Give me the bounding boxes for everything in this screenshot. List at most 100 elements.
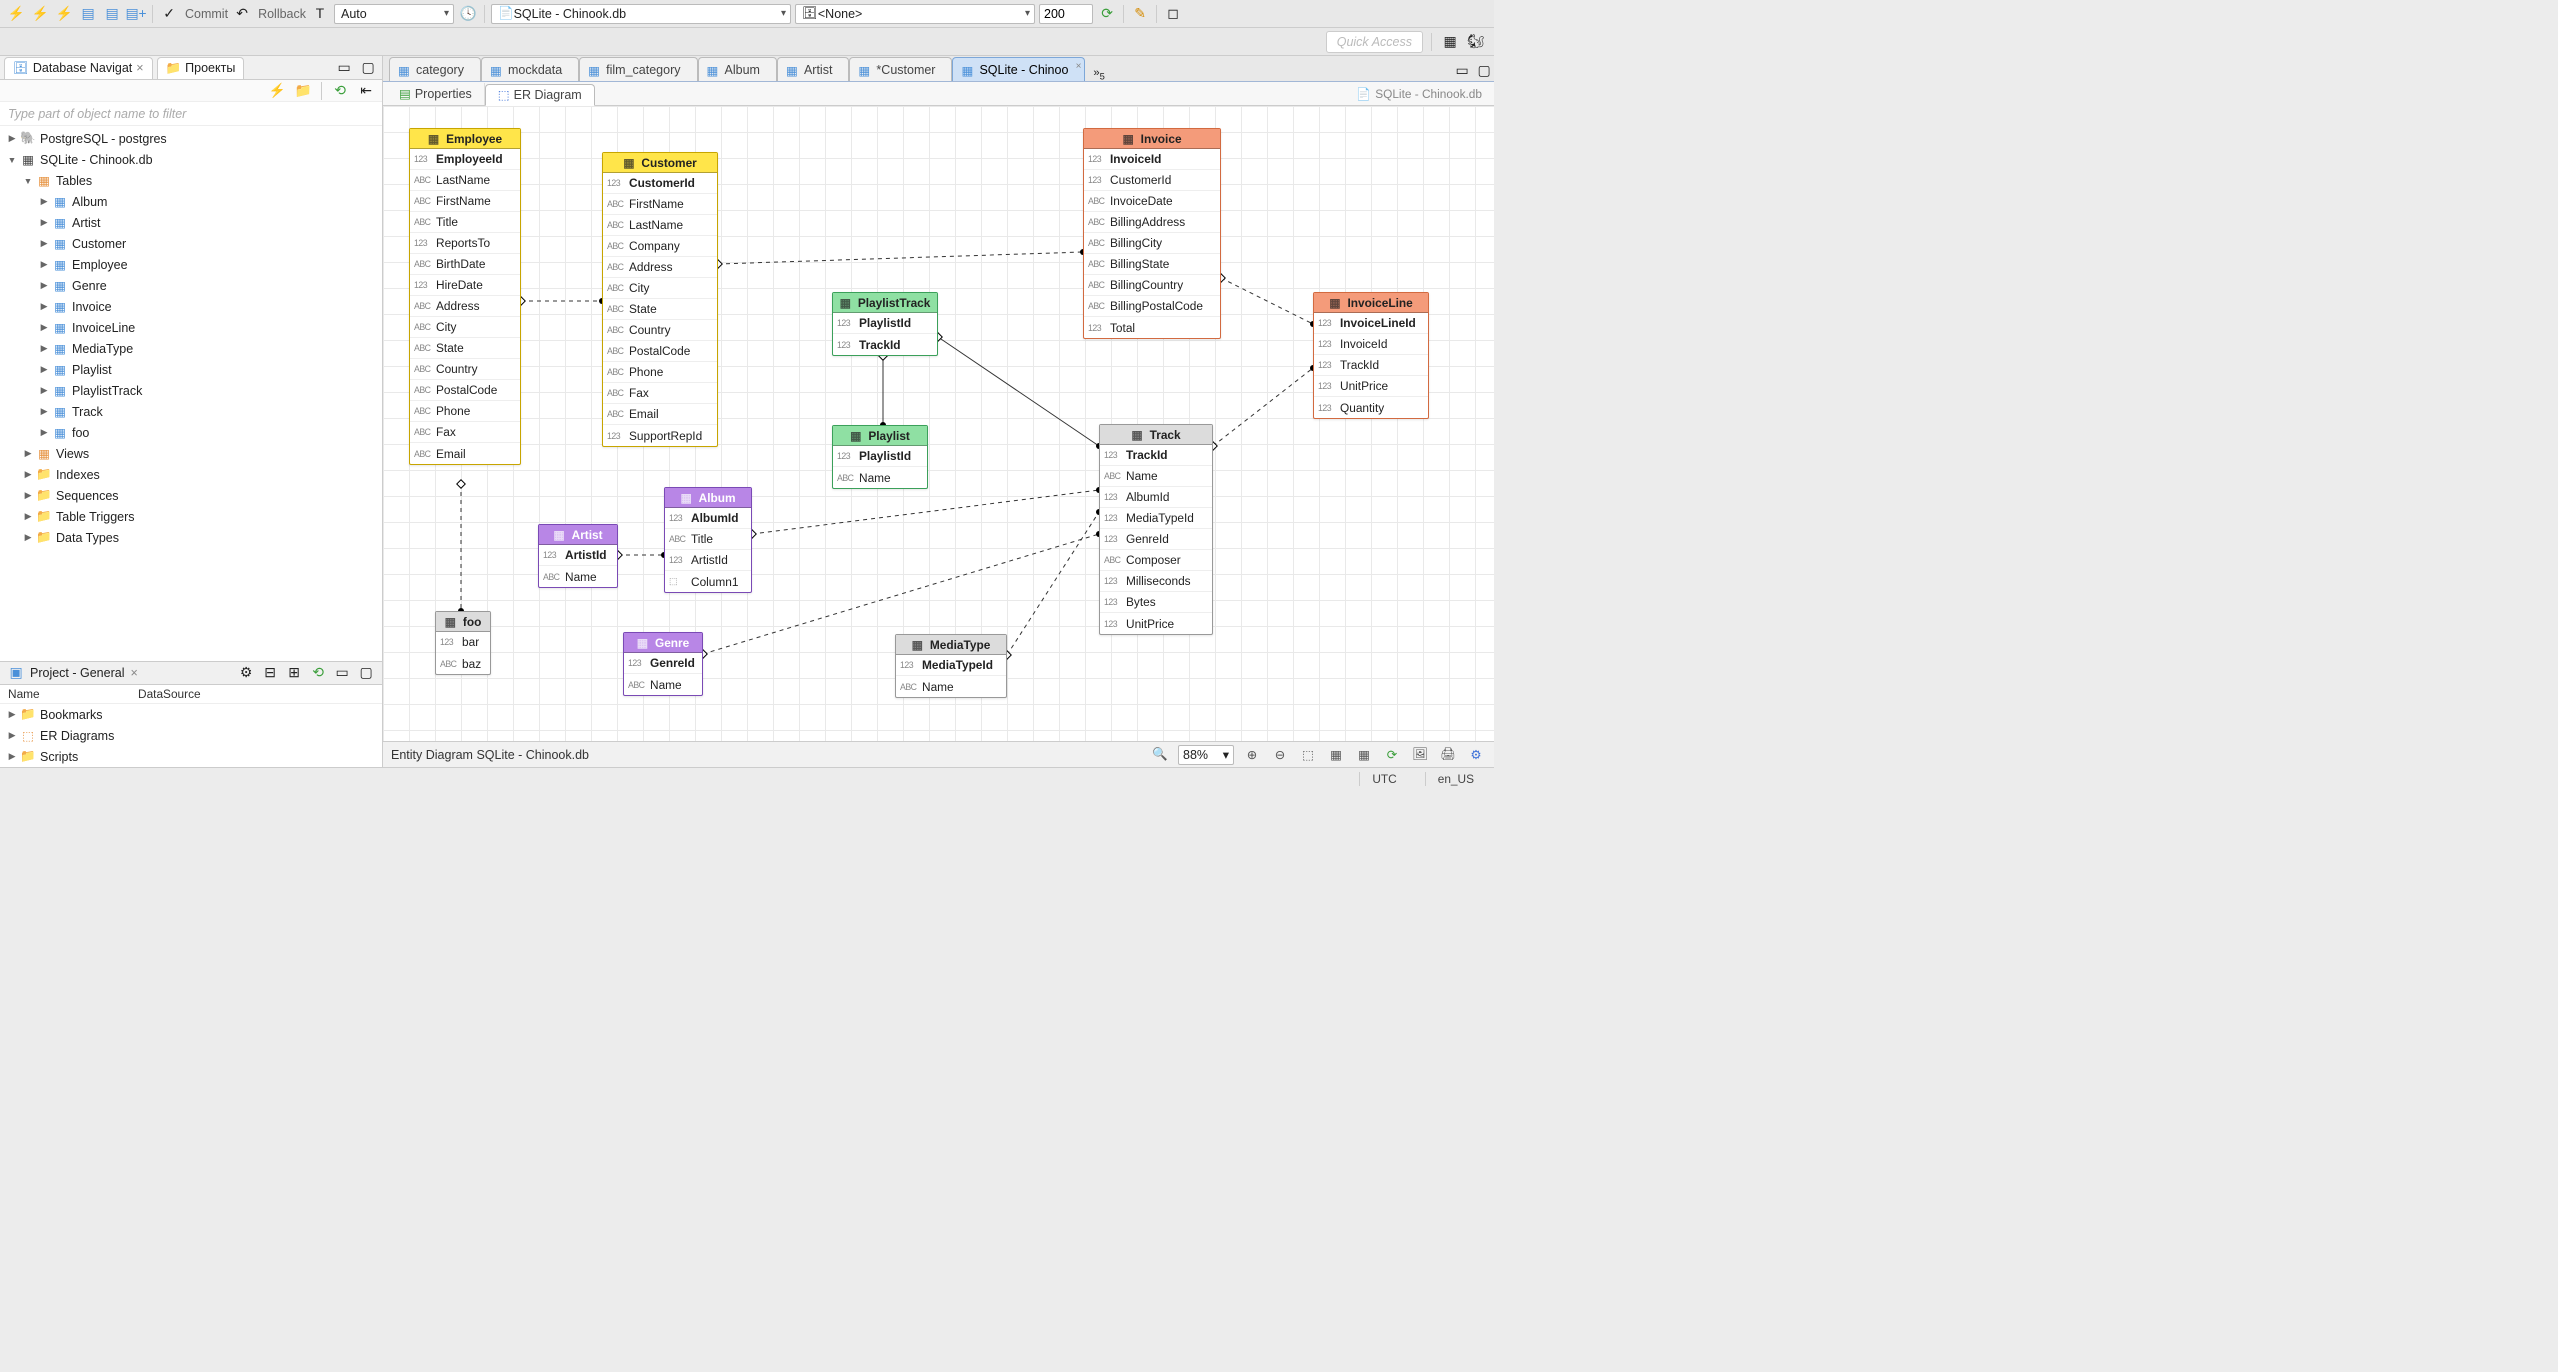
nav-tree[interactable]: ▶🐘PostgreSQL - postgres ▼SQLite - Chinoo… [0, 126, 382, 661]
column-birthdate[interactable]: ABCBirthDate [410, 254, 520, 275]
rollback-icon[interactable]: ↶ [232, 4, 252, 24]
column-city[interactable]: ABCCity [410, 317, 520, 338]
tree-table-album[interactable]: ▶▦Album [0, 191, 382, 212]
commit-icon[interactable]: ✓ [159, 4, 179, 24]
grid-icon[interactable]: ▦ [1326, 745, 1346, 765]
column-fax[interactable]: ABCFax [410, 422, 520, 443]
maximize-icon[interactable]: ▢ [358, 58, 378, 78]
tree-table-foo[interactable]: ▶▦foo [0, 422, 382, 443]
column-address[interactable]: ABCAddress [410, 296, 520, 317]
column-invoicelineid[interactable]: 123InvoiceLineId [1314, 313, 1428, 334]
dbeaver-icon[interactable]: 🐿 [1466, 32, 1486, 52]
column-state[interactable]: ABCState [603, 299, 717, 320]
column-invoiceid[interactable]: 123InvoiceId [1314, 334, 1428, 355]
tree-table-invoiceline[interactable]: ▶▦InvoiceLine [0, 317, 382, 338]
refresh-icon[interactable]: ⟳ [1097, 4, 1117, 24]
entity-mediatype[interactable]: MediaType123MediaTypeIdABCName [895, 634, 1007, 698]
column-artistid[interactable]: 123ArtistId [665, 550, 751, 571]
column-title[interactable]: ABCTitle [665, 529, 751, 550]
close-icon[interactable]: × [130, 666, 137, 680]
column-title[interactable]: ABCTitle [410, 212, 520, 233]
rows-input[interactable] [1039, 4, 1093, 24]
tree-db-postgres[interactable]: ▶🐘PostgreSQL - postgres [0, 128, 382, 149]
column-artistid[interactable]: 123ArtistId [539, 545, 617, 566]
tree-db-sqlite[interactable]: ▼SQLite - Chinook.db [0, 149, 382, 170]
maximize-icon[interactable]: ▢ [356, 663, 376, 683]
column-playlistid[interactable]: 123PlaylistId [833, 446, 927, 467]
column-billingcountry[interactable]: ABCBillingCountry [1084, 275, 1220, 296]
column-state[interactable]: ABCState [410, 338, 520, 359]
perspective-icon[interactable]: ▦ [1440, 32, 1460, 52]
close-icon[interactable]: × [1076, 61, 1082, 72]
refresh-icon[interactable]: ⟲ [330, 81, 350, 101]
column-trackid[interactable]: 123TrackId [833, 334, 937, 355]
column-name[interactable]: ABCName [833, 467, 927, 488]
column-trackid[interactable]: 123TrackId [1314, 355, 1428, 376]
column-address[interactable]: ABCAddress [603, 257, 717, 278]
column-albumid[interactable]: 123AlbumId [665, 508, 751, 529]
tree-table-playlist[interactable]: ▶▦Playlist [0, 359, 382, 380]
column-unitprice[interactable]: 123UnitPrice [1314, 376, 1428, 397]
column-invoicedate[interactable]: ABCInvoiceDate [1084, 191, 1220, 212]
column-bar[interactable]: 123bar [436, 632, 490, 653]
tree-indexes-folder[interactable]: ▶📁Indexes [0, 464, 382, 485]
entity-invoiceline[interactable]: InvoiceLine123InvoiceLineId123InvoiceId1… [1313, 292, 1429, 419]
column-customerid[interactable]: 123CustomerId [1084, 170, 1220, 191]
column-employeeid[interactable]: 123EmployeeId [410, 149, 520, 170]
schema-select[interactable]: 🗄 <None> [795, 4, 1035, 24]
connection-select[interactable]: 📄 SQLite - Chinook.db [491, 4, 791, 24]
column-firstname[interactable]: ABCFirstName [410, 191, 520, 212]
properties-tab[interactable]: ▤Properties [387, 83, 485, 105]
editor-tab-album[interactable]: ▦Album [698, 57, 777, 81]
tree-table-artist[interactable]: ▶▦Artist [0, 212, 382, 233]
grid2-icon[interactable]: ▦ [1354, 745, 1374, 765]
column-genreid[interactable]: 123GenreId [1100, 529, 1212, 550]
column-hiredate[interactable]: 123HireDate [410, 275, 520, 296]
column-lastname[interactable]: ABCLastName [603, 215, 717, 236]
column-postalcode[interactable]: ABCPostalCode [410, 380, 520, 401]
refresh-icon[interactable]: ⟳ [1382, 745, 1402, 765]
entity-playlist[interactable]: Playlist123PlaylistIdABCName [832, 425, 928, 489]
tx-mode-select[interactable]: Auto [334, 4, 454, 24]
entity-track[interactable]: Track123TrackIdABCName123AlbumId123Media… [1099, 424, 1213, 635]
column-billingstate[interactable]: ABCBillingState [1084, 254, 1220, 275]
zoom-in-icon[interactable]: ⊕ [1242, 745, 1262, 765]
project-er-diagrams[interactable]: ▶⬚ER Diagrams [0, 725, 382, 746]
column-mediatypeid[interactable]: 123MediaTypeId [896, 655, 1006, 676]
tree-table-invoice[interactable]: ▶▦Invoice [0, 296, 382, 317]
editor-tab-mockdata[interactable]: ▦mockdata [481, 57, 579, 81]
new-connection-icon[interactable]: ⚡ [30, 4, 50, 24]
entity-invoice[interactable]: Invoice123InvoiceId123CustomerIdABCInvoi… [1083, 128, 1221, 339]
refresh-icon[interactable]: ⟲ [308, 663, 328, 683]
editor-tab-customer[interactable]: ▦*Customer [849, 57, 952, 81]
column-bytes[interactable]: 123Bytes [1100, 592, 1212, 613]
column-billingpostalcode[interactable]: ABCBillingPostalCode [1084, 296, 1220, 317]
commit-label[interactable]: Commit [185, 7, 228, 21]
column-fax[interactable]: ABCFax [603, 383, 717, 404]
editor-tab-sqlitechinoo[interactable]: ▦SQLite - Chinoo× [952, 57, 1085, 81]
column-customerid[interactable]: 123CustomerId [603, 173, 717, 194]
minimize-icon[interactable]: ▭ [332, 663, 352, 683]
column-email[interactable]: ABCEmail [603, 404, 717, 425]
column-reportsto[interactable]: 123ReportsTo [410, 233, 520, 254]
column-name[interactable]: ABCName [1100, 466, 1212, 487]
column-milliseconds[interactable]: 123Milliseconds [1100, 571, 1212, 592]
settings-icon[interactable]: ⚙ [1466, 745, 1486, 765]
column-postalcode[interactable]: ABCPostalCode [603, 341, 717, 362]
zoom-out-icon[interactable]: ⊖ [1270, 745, 1290, 765]
column-billingcity[interactable]: ABCBillingCity [1084, 233, 1220, 254]
database-navigator-tab[interactable]: 🗄 Database Navigat × [4, 57, 153, 79]
connect-icon[interactable]: ⚡ [6, 4, 26, 24]
projects-tab[interactable]: 📁 Проекты [157, 57, 245, 79]
entity-employee[interactable]: Employee123EmployeeIdABCLastNameABCFirst… [409, 128, 521, 465]
column-supportrepid[interactable]: 123SupportRepId [603, 425, 717, 446]
quick-access-input[interactable]: Quick Access [1326, 31, 1423, 53]
print-icon[interactable]: 🖨 [1438, 745, 1458, 765]
er-diagram-canvas[interactable]: Employee123EmployeeIdABCLastNameABCFirst… [383, 106, 1494, 741]
expand-icon[interactable]: ⊞ [284, 663, 304, 683]
nav-filter-input[interactable] [0, 102, 382, 126]
entity-genre[interactable]: Genre123GenreIdABCName [623, 632, 703, 696]
column-invoiceid[interactable]: 123InvoiceId [1084, 149, 1220, 170]
collapse-icon[interactable]: ⇤ [356, 81, 376, 101]
entity-playlisttrack[interactable]: PlaylistTrack123PlaylistId123TrackId [832, 292, 938, 356]
